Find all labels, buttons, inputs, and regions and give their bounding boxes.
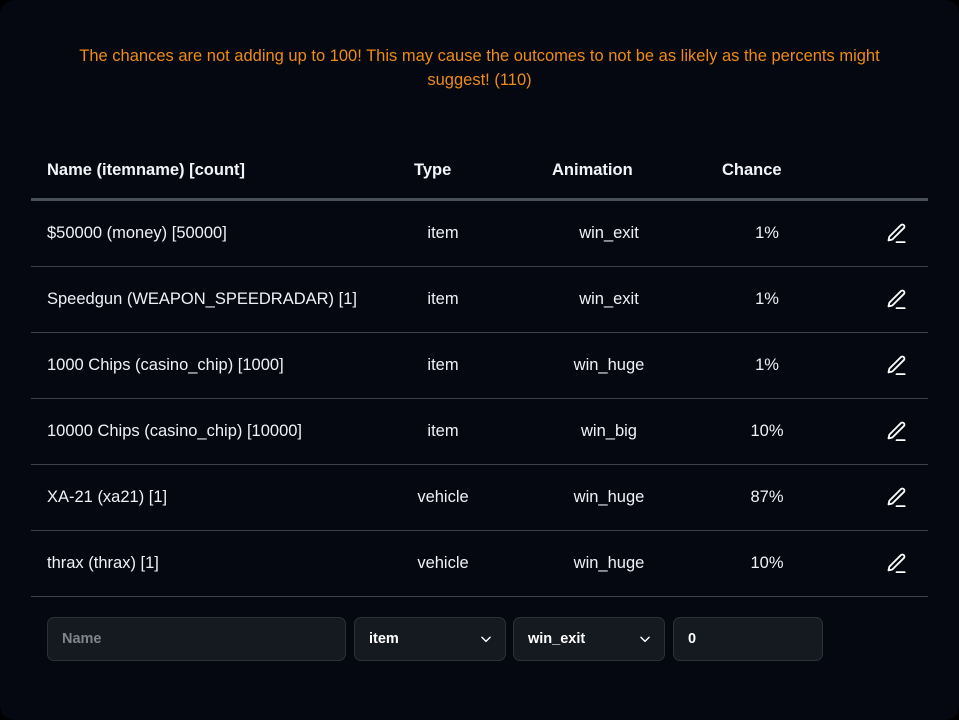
row-animation: win_huge bbox=[573, 554, 645, 572]
add-entry-form: item win_exit bbox=[47, 617, 927, 661]
row-name: 1000 Chips (casino_chip) [1000] bbox=[47, 356, 284, 374]
animation-select[interactable]: win_exit bbox=[513, 617, 665, 661]
row-type: item bbox=[427, 422, 459, 440]
table-row: Speedgun (WEAPON_SPEEDRADAR) [1] item wi… bbox=[31, 267, 928, 333]
pencil-icon[interactable] bbox=[883, 485, 909, 511]
row-edit-cell bbox=[851, 531, 941, 596]
row-type: item bbox=[427, 356, 459, 374]
row-chance: 1% bbox=[755, 290, 779, 308]
loot-table: Name (itemname) [count] Type Animation C… bbox=[31, 148, 928, 597]
pencil-icon[interactable] bbox=[883, 221, 909, 247]
row-type: vehicle bbox=[417, 554, 469, 572]
chance-warning-message: The chances are not adding up to 100! Th… bbox=[79, 47, 880, 89]
table-row: $50000 (money) [50000] item win_exit 1% bbox=[31, 201, 928, 267]
column-header-chance: Chance bbox=[722, 161, 782, 179]
row-name: Speedgun (WEAPON_SPEEDRADAR) [1] bbox=[47, 290, 357, 308]
table-row: XA-21 (xa21) [1] vehicle win_huge 87% bbox=[31, 465, 928, 531]
type-select[interactable]: item bbox=[354, 617, 506, 661]
table-row: 1000 Chips (casino_chip) [1000] item win… bbox=[31, 333, 928, 399]
column-header-name: Name (itemname) [count] bbox=[47, 161, 246, 179]
column-header-animation: Animation bbox=[552, 161, 633, 179]
row-type: item bbox=[427, 290, 459, 308]
chance-input[interactable] bbox=[673, 617, 823, 661]
row-edit-cell bbox=[851, 465, 941, 530]
row-edit-cell bbox=[851, 333, 941, 398]
row-animation: win_exit bbox=[579, 290, 639, 308]
row-animation: win_huge bbox=[573, 356, 645, 374]
row-type: item bbox=[427, 224, 459, 242]
type-select-value: item bbox=[369, 631, 399, 647]
row-animation: win_exit bbox=[579, 224, 639, 242]
loot-editor-panel: The chances are not adding up to 100! Th… bbox=[0, 0, 959, 720]
row-edit-cell bbox=[851, 201, 941, 266]
chevron-down-icon bbox=[481, 636, 491, 643]
row-chance: 87% bbox=[750, 488, 784, 506]
row-chance: 10% bbox=[750, 422, 784, 440]
table-row: 10000 Chips (casino_chip) [10000] item w… bbox=[31, 399, 928, 465]
name-input[interactable] bbox=[47, 617, 346, 661]
row-name: thrax (thrax) [1] bbox=[47, 554, 159, 572]
row-type: vehicle bbox=[417, 488, 469, 506]
table-row: thrax (thrax) [1] vehicle win_huge 10% bbox=[31, 531, 928, 597]
pencil-icon[interactable] bbox=[883, 551, 909, 577]
column-header-type: Type bbox=[414, 161, 452, 179]
row-chance: 1% bbox=[755, 356, 779, 374]
row-name: 10000 Chips (casino_chip) [10000] bbox=[47, 422, 303, 440]
animation-select-value: win_exit bbox=[528, 631, 586, 647]
row-chance: 10% bbox=[750, 554, 784, 572]
row-animation: win_big bbox=[581, 422, 637, 440]
row-name: $50000 (money) [50000] bbox=[47, 224, 227, 242]
row-edit-cell bbox=[851, 399, 941, 464]
row-animation: win_huge bbox=[573, 488, 645, 506]
pencil-icon[interactable] bbox=[883, 419, 909, 445]
pencil-icon[interactable] bbox=[883, 287, 909, 313]
chevron-down-icon bbox=[640, 636, 650, 643]
row-edit-cell bbox=[851, 267, 941, 332]
row-name: XA-21 (xa21) [1] bbox=[47, 488, 168, 506]
table-header-row: Name (itemname) [count] Type Animation C… bbox=[31, 148, 928, 201]
pencil-icon[interactable] bbox=[883, 353, 909, 379]
row-chance: 1% bbox=[755, 224, 779, 242]
